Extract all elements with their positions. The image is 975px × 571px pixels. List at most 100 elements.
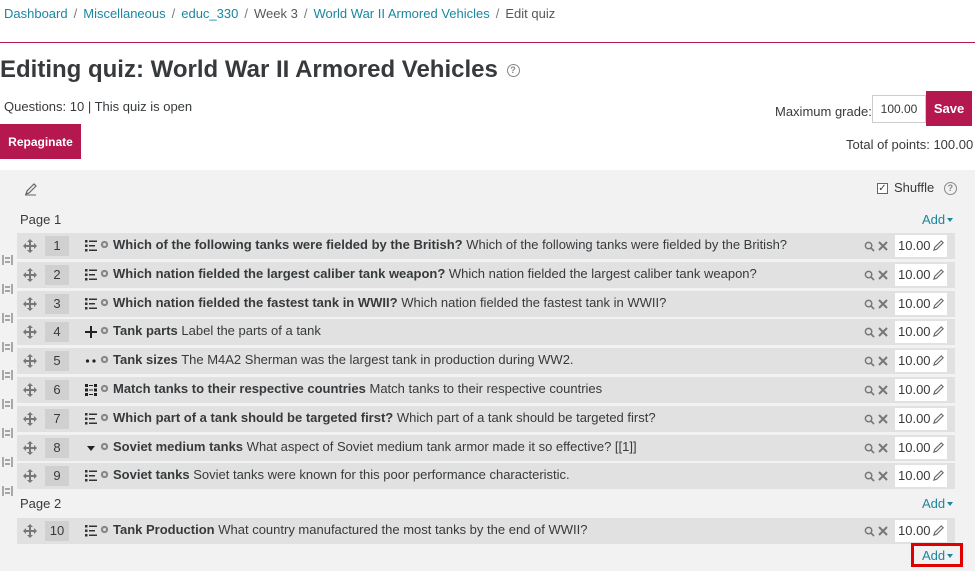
search-icon[interactable] (864, 443, 875, 454)
breadcrumb-separator: / (244, 6, 248, 21)
question-body: Which part of a tank should be targeted … (396, 410, 656, 425)
search-icon[interactable] (864, 299, 875, 310)
help-icon[interactable]: ? (943, 182, 957, 196)
gear-icon[interactable] (99, 441, 110, 452)
page-break-icon[interactable] (2, 254, 13, 266)
max-grade-input[interactable] (872, 95, 926, 123)
page-break-icon[interactable] (2, 312, 13, 324)
add-menu-page1[interactable]: Add (922, 212, 954, 227)
breadcrumb-separator: / (73, 6, 78, 21)
gear-icon[interactable] (99, 524, 110, 535)
pencil-icon[interactable] (932, 297, 945, 310)
question-name: Tank sizes (113, 352, 178, 367)
page-break-icon[interactable] (2, 456, 13, 468)
page-break-icon[interactable] (2, 341, 13, 353)
add-menu-page2[interactable]: Add (922, 496, 954, 511)
question-body: Soviet tanks were known for this poor pe… (193, 467, 570, 482)
total-points: Total of points: 100.00 (846, 137, 974, 152)
question-text[interactable]: Soviet medium tanks What aspect of Sovie… (113, 439, 637, 454)
gear-icon[interactable] (99, 412, 110, 423)
breadcrumb-miscellaneous[interactable]: Miscellaneous (83, 6, 165, 21)
close-icon[interactable] (878, 443, 888, 453)
question-text[interactable]: Which nation fielded the fastest tank in… (113, 295, 666, 310)
close-icon[interactable] (878, 385, 888, 395)
question-body: What country manufactured the most tanks… (218, 522, 588, 537)
pencil-icon[interactable] (932, 383, 945, 396)
question-body: What aspect of Soviet medium tank armor … (246, 439, 637, 454)
breadcrumb-dashboard[interactable]: Dashboard (4, 6, 68, 21)
true-false-icon (85, 359, 96, 363)
page-break-icon[interactable] (2, 398, 13, 410)
shuffle-control: ✓ Shuffle ? (877, 180, 957, 196)
pencil-icon[interactable] (932, 354, 945, 367)
move-icon[interactable] (23, 239, 37, 253)
pencil-icon[interactable] (932, 469, 945, 482)
pencil-icon[interactable] (932, 524, 945, 537)
pencil-icon[interactable] (932, 239, 945, 252)
move-icon[interactable] (23, 383, 37, 397)
pencil-icon[interactable] (24, 182, 38, 196)
close-icon[interactable] (878, 356, 888, 366)
move-icon[interactable] (23, 268, 37, 282)
question-text[interactable]: Which part of a tank should be targeted … (113, 410, 656, 425)
move-icon[interactable] (23, 412, 37, 426)
move-icon[interactable] (23, 354, 37, 368)
move-icon[interactable] (23, 297, 37, 311)
move-icon[interactable] (23, 441, 37, 455)
gear-icon[interactable] (99, 354, 110, 365)
search-icon[interactable] (864, 471, 875, 482)
search-icon[interactable] (864, 241, 875, 252)
pencil-icon[interactable] (932, 325, 945, 338)
pencil-icon[interactable] (932, 441, 945, 454)
question-text[interactable]: Match tanks to their respective countrie… (113, 381, 602, 396)
search-icon[interactable] (864, 356, 875, 367)
close-icon[interactable] (878, 414, 888, 424)
question-name: Which part of a tank should be targeted … (113, 410, 394, 425)
pencil-icon[interactable] (932, 268, 945, 281)
question-text[interactable]: Which nation fielded the largest caliber… (113, 266, 757, 281)
repaginate-button[interactable]: Repaginate (0, 124, 81, 159)
gear-icon[interactable] (99, 469, 110, 480)
gear-icon[interactable] (99, 239, 110, 250)
search-icon[interactable] (864, 327, 875, 338)
gear-icon[interactable] (99, 297, 110, 308)
gear-icon[interactable] (99, 268, 110, 279)
search-icon[interactable] (864, 414, 875, 425)
question-name: Tank Production (113, 522, 215, 537)
question-text[interactable]: Soviet tanks Soviet tanks were known for… (113, 467, 570, 482)
close-icon[interactable] (878, 327, 888, 337)
question-text[interactable]: Tank sizes The M4A2 Sherman was the larg… (113, 352, 574, 367)
page-break-icon[interactable] (2, 485, 13, 497)
move-icon[interactable] (23, 325, 37, 339)
page-heading: Page 1 (20, 212, 62, 227)
close-icon[interactable] (878, 299, 888, 309)
page-break-icon[interactable] (2, 369, 13, 381)
close-icon[interactable] (878, 526, 888, 536)
search-icon[interactable] (864, 526, 875, 537)
gear-icon[interactable] (99, 383, 110, 394)
question-text[interactable]: Tank parts Label the parts of a tank (113, 323, 321, 338)
multichoice-icon (85, 298, 97, 310)
close-icon[interactable] (878, 471, 888, 481)
breadcrumb-course[interactable]: educ_330 (181, 6, 238, 21)
search-icon[interactable] (864, 270, 875, 281)
header-divider (0, 42, 975, 43)
close-icon[interactable] (878, 241, 888, 251)
search-icon[interactable] (864, 385, 875, 396)
pencil-icon[interactable] (932, 412, 945, 425)
move-icon[interactable] (23, 469, 37, 483)
breadcrumb-quiz[interactable]: World War II Armored Vehicles (313, 6, 489, 21)
page-break-icon[interactable] (2, 283, 13, 295)
shuffle-checkbox[interactable]: ✓ (877, 183, 888, 194)
question-text[interactable]: Which of the following tanks were fielde… (113, 237, 787, 252)
save-button[interactable]: Save (926, 91, 972, 126)
question-name: Soviet medium tanks (113, 439, 244, 454)
question-text[interactable]: Tank Production What country manufacture… (113, 522, 587, 537)
slot-number: 10 (45, 521, 69, 541)
page-break-icon[interactable] (2, 427, 13, 439)
gear-icon[interactable] (99, 325, 110, 336)
page-heading: Page 2 (20, 496, 62, 511)
move-icon[interactable] (23, 524, 37, 538)
help-icon[interactable]: ? (506, 64, 520, 78)
close-icon[interactable] (878, 270, 888, 280)
